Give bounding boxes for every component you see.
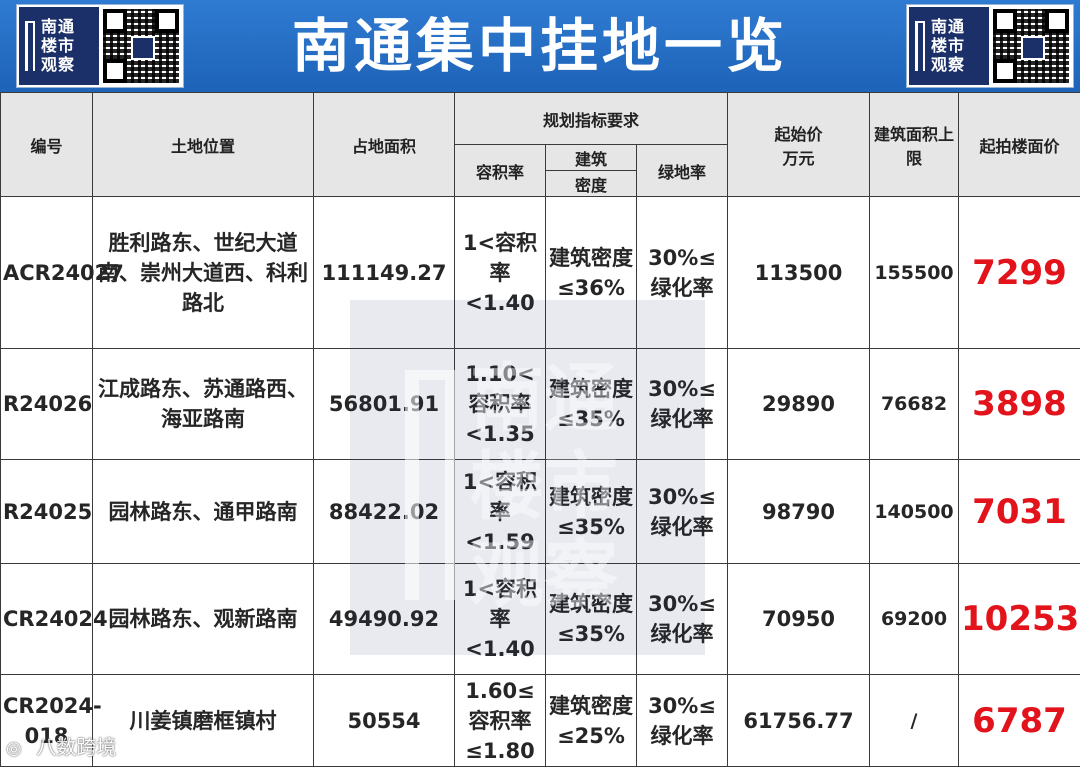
- table-row: CR24024 园林路东、观新路南 49490.92 1<容积率<1.40 建筑…: [1, 564, 1080, 675]
- cell-location: 园林路东、观新路南: [93, 564, 314, 675]
- cell-gfa-cap: 69200: [870, 564, 959, 675]
- cell-green: 30%≤绿化率: [637, 460, 728, 564]
- cell-location: 川姜镇磨框镇村: [93, 675, 314, 767]
- qr-code-icon[interactable]: [993, 9, 1069, 83]
- cell-density: 建筑密度≤35%: [546, 349, 637, 460]
- cell-location: 江成路东、苏通路西、海亚路南: [93, 349, 314, 460]
- brand-logo-text: 南通 楼市 观察: [41, 17, 97, 74]
- brand-logo: 南通 楼市 观察: [909, 7, 989, 85]
- cell-id: CR24024: [1, 564, 93, 675]
- brand-logo-text: 南通 楼市 观察: [931, 17, 987, 74]
- qr-code-icon[interactable]: [103, 9, 179, 83]
- cell-floor-price: 7299: [959, 197, 1080, 349]
- table-row: R24025 园林路东、通甲路南 88422.02 1<容积率<1.59 建筑密…: [1, 460, 1080, 564]
- cell-location: 园林路东、通甲路南: [93, 460, 314, 564]
- cell-gfa-cap: 76682: [870, 349, 959, 460]
- cell-far: 1.10<容积率<1.35: [455, 349, 546, 460]
- cell-gfa-cap: /: [870, 675, 959, 767]
- table-row: CR2024-018 川姜镇磨框镇村 50554 1.60≤容积率≤1.80 建…: [1, 675, 1080, 767]
- col-header-far: 容积率: [455, 145, 546, 197]
- title-banner: 南通 楼市 观察 南通集中挂地一览 南通 楼市 观察: [0, 0, 1080, 92]
- cell-far: 1<容积率<1.40: [455, 564, 546, 675]
- cell-floor-price: 7031: [959, 460, 1080, 564]
- col-header-gfa-cap: 建筑面积上限: [870, 93, 959, 197]
- cell-green: 30%≤绿化率: [637, 349, 728, 460]
- page-title: 南通集中挂地一览: [200, 0, 880, 92]
- col-header-start-price: 起始价 万元: [728, 93, 870, 197]
- cell-area: 88422.02: [314, 460, 455, 564]
- cell-start-price: 70950: [728, 564, 870, 675]
- cell-density: 建筑密度≤35%: [546, 564, 637, 675]
- brand-logo: 南通 楼市 观察: [19, 7, 99, 85]
- col-header-area: 占地面积: [314, 93, 455, 197]
- cell-area: 111149.27: [314, 197, 455, 349]
- building-logo-icon: [25, 21, 35, 71]
- cell-far: 1<容积率<1.40: [455, 197, 546, 349]
- land-auction-table: 编号 土地位置 占地面积 规划指标要求 起始价 万元 建筑面积上限 起拍楼面价 …: [0, 92, 1080, 767]
- cell-green: 30%≤绿化率: [637, 564, 728, 675]
- col-header-density-bottom: 密度: [546, 171, 637, 197]
- cell-floor-price: 10253: [959, 564, 1080, 675]
- cell-green: 30%≤绿化率: [637, 197, 728, 349]
- cell-floor-price: 6787: [959, 675, 1080, 767]
- cell-location: 胜利路东、世纪大道南、崇州大道西、科利路北: [93, 197, 314, 349]
- cell-gfa-cap: 155500: [870, 197, 959, 349]
- col-header-planning: 规划指标要求: [455, 93, 728, 145]
- cell-density: 建筑密度≤35%: [546, 460, 637, 564]
- cell-start-price: 61756.77: [728, 675, 870, 767]
- cell-start-price: 29890: [728, 349, 870, 460]
- cell-start-price: 113500: [728, 197, 870, 349]
- table-row: R24026 江成路东、苏通路西、海亚路南 56801.91 1.10<容积率<…: [1, 349, 1080, 460]
- cell-id: R24025: [1, 460, 93, 564]
- cell-area: 56801.91: [314, 349, 455, 460]
- cell-far: 1.60≤容积率≤1.80: [455, 675, 546, 767]
- cell-green: 30%≤绿化率: [637, 675, 728, 767]
- cell-area: 49490.92: [314, 564, 455, 675]
- col-header-id: 编号: [1, 93, 93, 197]
- cell-gfa-cap: 140500: [870, 460, 959, 564]
- cell-id: R24026: [1, 349, 93, 460]
- col-header-floor-price: 起拍楼面价: [959, 93, 1080, 197]
- building-logo-icon: [915, 21, 925, 71]
- cell-far: 1<容积率<1.59: [455, 460, 546, 564]
- brand-badge-left: 南通 楼市 观察: [16, 4, 184, 88]
- cell-area: 50554: [314, 675, 455, 767]
- cell-start-price: 98790: [728, 460, 870, 564]
- cell-density: 建筑密度≤25%: [546, 675, 637, 767]
- camera-icon: ◎: [6, 736, 30, 762]
- brand-badge-right: 南通 楼市 观察: [906, 4, 1074, 88]
- source-credit: ◎ 八数跨境: [6, 734, 116, 760]
- cell-floor-price: 3898: [959, 349, 1080, 460]
- table-row: ACR24027 胜利路东、世纪大道南、崇州大道西、科利路北 111149.27…: [1, 197, 1080, 349]
- cell-id: ACR24027: [1, 197, 93, 349]
- col-header-density-top: 建筑: [546, 145, 637, 171]
- col-header-location: 土地位置: [93, 93, 314, 197]
- col-header-green: 绿地率: [637, 145, 728, 197]
- cell-density: 建筑密度≤36%: [546, 197, 637, 349]
